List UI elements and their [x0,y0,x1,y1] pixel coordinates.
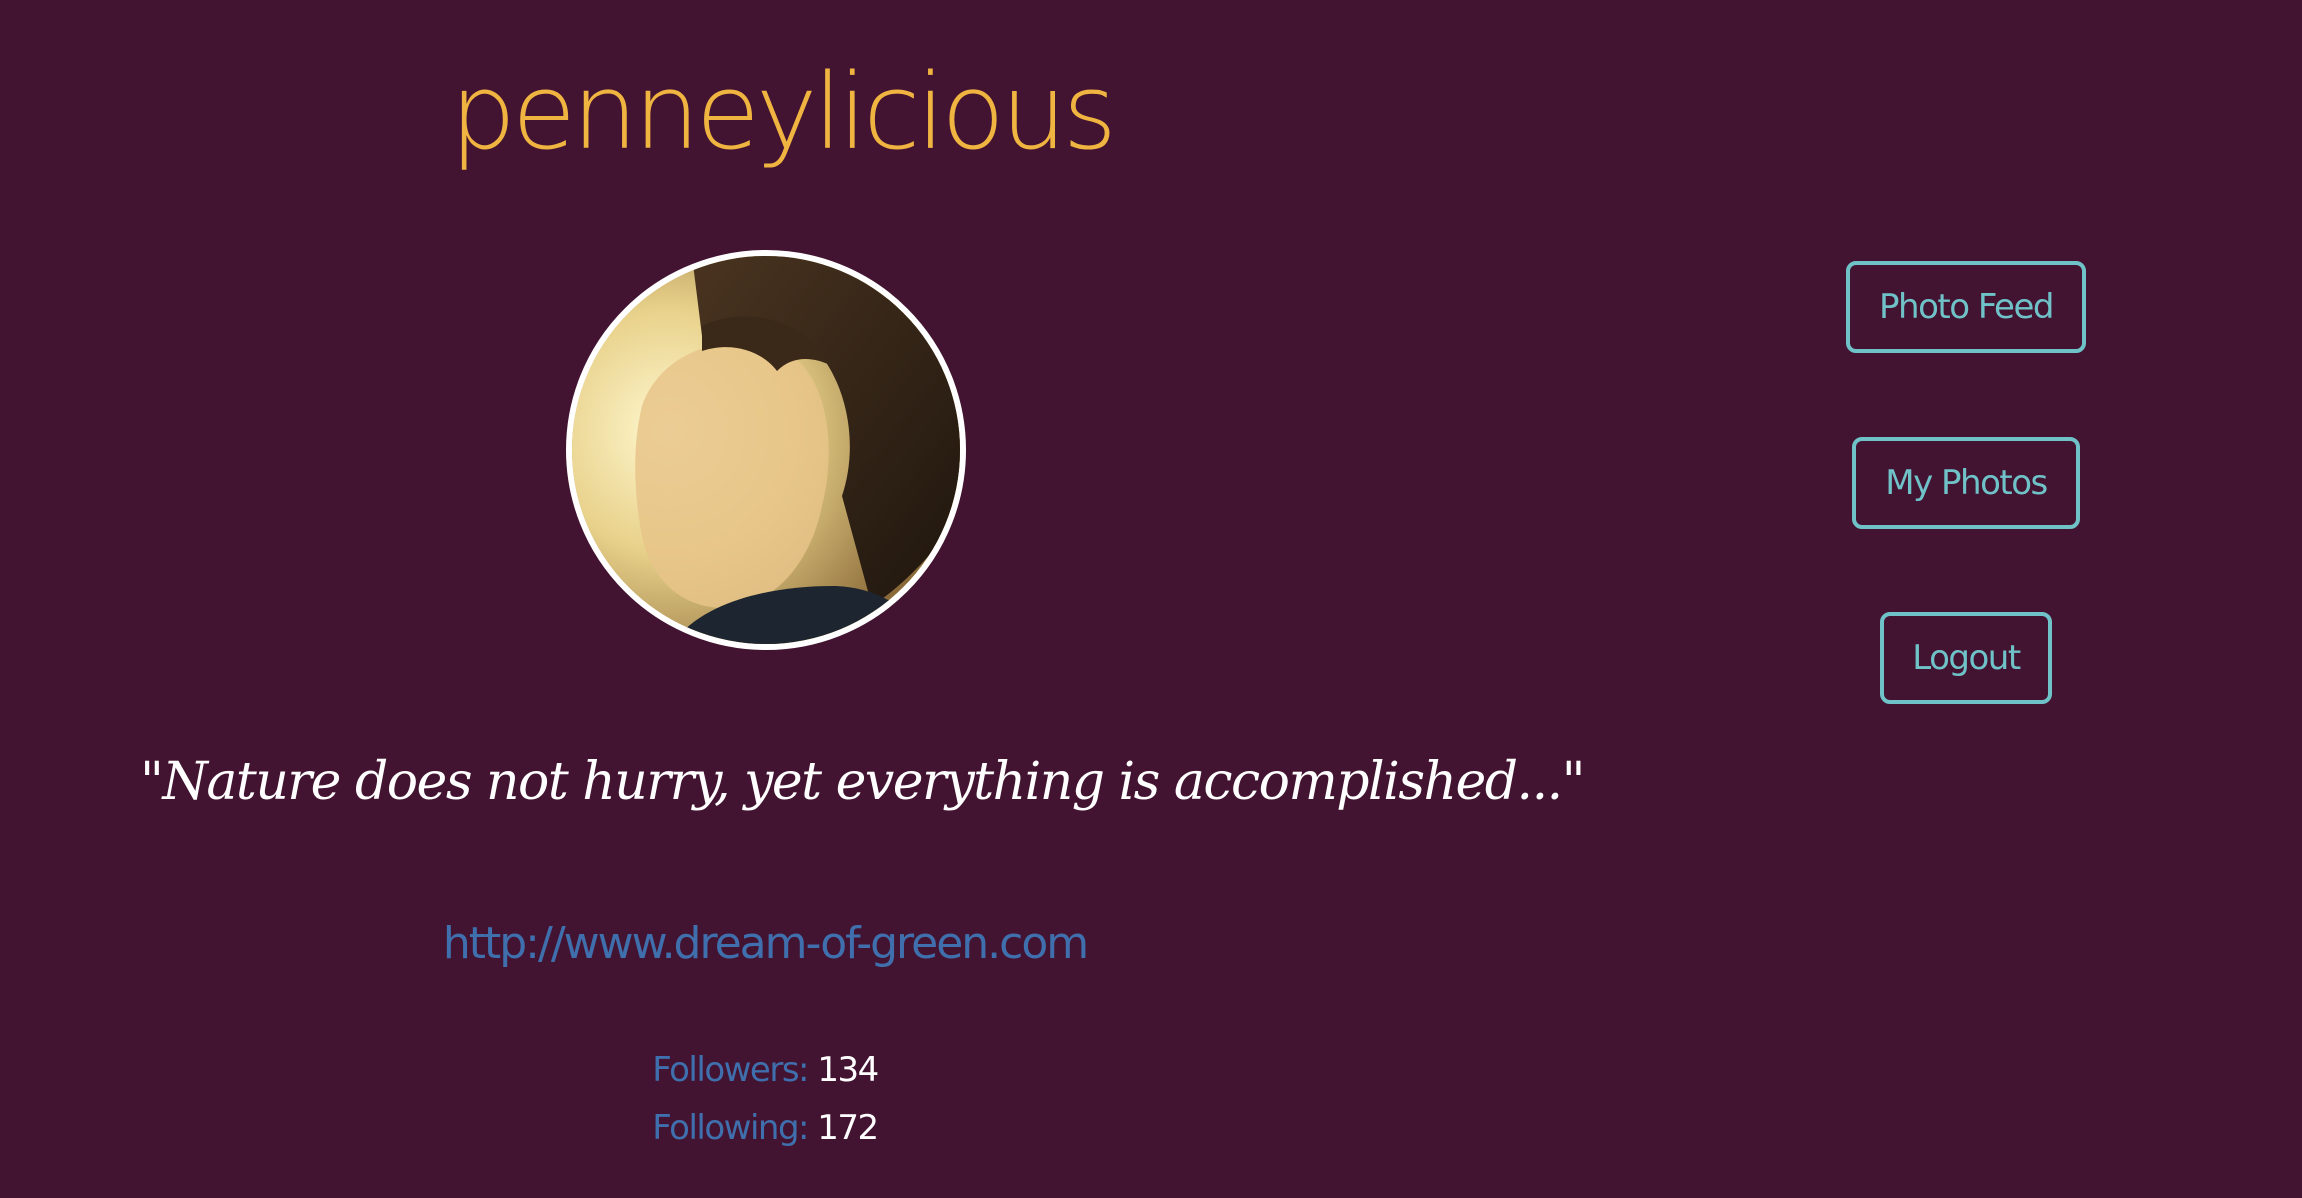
following-count: 172 [817,1108,879,1148]
avatar [566,250,966,650]
photo-feed-button[interactable]: Photo Feed [1846,261,2086,353]
avatar-photo [572,256,960,644]
profile-username: penneylicious [450,51,1117,173]
followers-count: 134 [817,1050,879,1090]
following-label: Following: [652,1108,809,1148]
profile-quote: "Nature does not hurry, yet everything i… [140,752,1586,812]
followers-label: Followers: [652,1050,809,1090]
logout-button[interactable]: Logout [1880,612,2052,704]
followers-stat: Followers: 134 [560,1050,970,1090]
website-link[interactable]: http://www.dream-of-green.com [400,918,1130,969]
my-photos-button[interactable]: My Photos [1852,437,2080,529]
following-stat: Following: 172 [560,1108,970,1148]
